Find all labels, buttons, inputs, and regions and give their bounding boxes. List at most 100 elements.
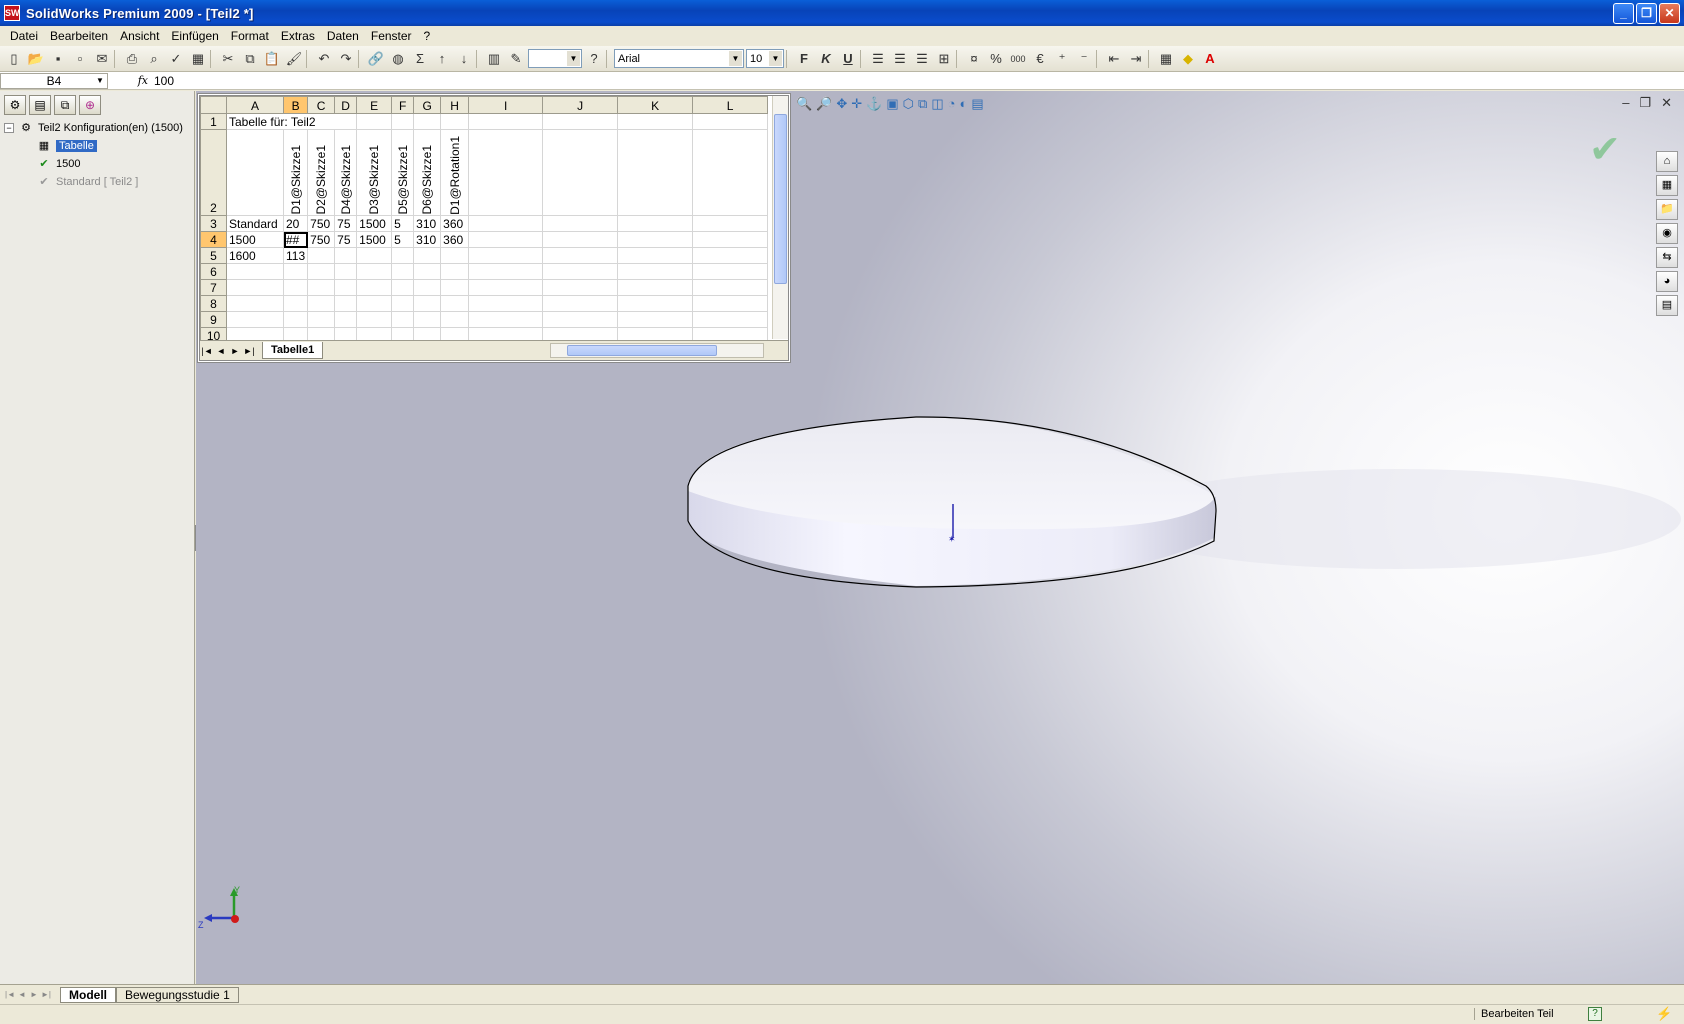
print-preview-icon[interactable]: ⌕	[144, 49, 164, 69]
align-right-icon[interactable]: ☰	[912, 49, 932, 69]
sheet-vertical-scrollbar[interactable]	[772, 96, 788, 339]
column-header[interactable]: F	[391, 96, 415, 114]
table-cell[interactable]	[226, 129, 284, 216]
file-explorer-icon[interactable]: 📁	[1656, 199, 1678, 220]
config-name-cell[interactable]: Standard	[226, 215, 284, 232]
table-cell[interactable]: 360	[440, 231, 470, 248]
fx-icon[interactable]: fx	[108, 74, 154, 87]
design-library-icon[interactable]: ▦	[1656, 175, 1678, 196]
save-icon[interactable]: ▪	[48, 49, 68, 69]
custom-properties-icon[interactable]: ▤	[1656, 295, 1678, 316]
increase-decimal-icon[interactable]: ⁺	[1052, 49, 1072, 69]
tab-bewegungsstudie[interactable]: Bewegungsstudie 1	[116, 986, 239, 1003]
sheet-horizontal-scrollbar[interactable]	[550, 343, 764, 358]
row-header[interactable]: 6	[200, 263, 227, 280]
tree-item-standard[interactable]: ✔ Standard [ Teil2 ]	[4, 173, 194, 191]
sort-ascending-icon[interactable]: ↑	[432, 49, 452, 69]
help-icon[interactable]: ?	[584, 49, 604, 69]
tab-modell[interactable]: Modell	[60, 986, 116, 1003]
menu-fenster[interactable]: Fenster	[365, 29, 418, 43]
globe-icon[interactable]: ◍	[388, 49, 408, 69]
table-cell[interactable]	[391, 247, 415, 264]
next-tab-icon[interactable]: ►	[28, 990, 40, 999]
first-tab-icon[interactable]: |◄	[4, 990, 16, 999]
underline-button[interactable]: U	[838, 49, 858, 69]
last-sheet-icon[interactable]: ►|	[242, 346, 256, 356]
column-header-active[interactable]: B	[282, 96, 309, 114]
table-cell[interactable]: 113	[282, 247, 309, 264]
parameter-header-cell[interactable]: D3@Skizze1	[356, 129, 393, 216]
table-cell[interactable]: 310	[413, 231, 442, 248]
menu-extras[interactable]: Extras	[275, 29, 321, 43]
propertymanager-tab-icon[interactable]: ▤	[29, 95, 51, 115]
table-cell[interactable]: 750	[307, 231, 336, 248]
column-header[interactable]: H	[440, 96, 470, 114]
config-name-cell[interactable]: 1600	[226, 247, 284, 264]
name-box[interactable]: B4 ▼	[0, 72, 108, 89]
select-all-corner[interactable]	[200, 96, 227, 114]
prev-sheet-icon[interactable]: ◄	[214, 346, 228, 356]
research-icon[interactable]: ▦	[188, 49, 208, 69]
table-cell[interactable]	[356, 247, 393, 264]
row-header[interactable]: 9	[200, 311, 227, 328]
parameter-header-cell[interactable]: D1@Rotation1	[440, 129, 470, 216]
column-header[interactable]: L	[692, 96, 769, 114]
bold-button[interactable]: F	[794, 49, 814, 69]
redo-icon[interactable]: ↷	[336, 49, 356, 69]
parameter-header-cell[interactable]: D4@Skizze1	[334, 129, 358, 216]
chart-wizard-icon[interactable]: ▥	[484, 49, 504, 69]
solidworks-resources-icon[interactable]: ⌂	[1656, 151, 1678, 172]
decrease-indent-icon[interactable]: ⇤	[1104, 49, 1124, 69]
format-painter-icon[interactable]: 🖌	[284, 49, 304, 69]
column-header[interactable]: K	[617, 96, 694, 114]
tree-root[interactable]: − ⚙ Teil2 Konfiguration(en) (1500)	[4, 119, 194, 137]
font-color-icon[interactable]: A	[1200, 49, 1220, 69]
cut-icon[interactable]: ✂	[218, 49, 238, 69]
appearances-icon[interactable]: ◕	[1656, 271, 1678, 292]
table-cell[interactable]: 20	[282, 215, 309, 232]
row-header[interactable]: 3	[200, 215, 227, 232]
table-cell[interactable]: 75	[334, 215, 358, 232]
last-tab-icon[interactable]: ►|	[40, 990, 52, 999]
help-icon[interactable]: ?	[1588, 1007, 1602, 1021]
zoom-combo[interactable]: ▼	[528, 49, 582, 68]
tree-item-tabelle[interactable]: ▦ Tabelle	[4, 137, 194, 155]
featuremanager-tab-icon[interactable]: ⚙	[4, 95, 26, 115]
merge-center-icon[interactable]: ⊞	[934, 49, 954, 69]
close-button[interactable]: ✕	[1659, 3, 1680, 24]
sort-descending-icon[interactable]: ↓	[454, 49, 474, 69]
table-cell[interactable]: 5	[391, 215, 415, 232]
menu-help[interactable]: ?	[418, 29, 437, 43]
view-palette-icon[interactable]: ⇆	[1656, 247, 1678, 268]
solidworks-app-icon[interactable]: SW	[4, 5, 20, 21]
fill-color-icon[interactable]: ◆	[1178, 49, 1198, 69]
align-left-icon[interactable]: ☰	[868, 49, 888, 69]
dimxpert-tab-icon[interactable]: ⊕	[79, 95, 101, 115]
drawing-icon[interactable]: ✎	[506, 49, 526, 69]
selected-cell-b4[interactable]: ##	[282, 231, 309, 248]
percent-button[interactable]: %	[986, 49, 1006, 69]
sheet-tab-tabelle1[interactable]: Tabelle1	[262, 342, 324, 359]
open-folder-icon[interactable]: 📂	[26, 49, 46, 69]
formula-input[interactable]: 100	[154, 74, 174, 88]
currency-icon[interactable]: ¤	[964, 49, 984, 69]
table-cell[interactable]	[307, 247, 336, 264]
font-size-select[interactable]: 10 ▼	[746, 49, 784, 68]
table-cell[interactable]: 1500	[356, 215, 393, 232]
new-file-icon[interactable]: ▯	[4, 49, 24, 69]
print-icon[interactable]: ⎙	[122, 49, 142, 69]
row-header[interactable]: 8	[200, 295, 227, 312]
minimize-button[interactable]: _	[1613, 3, 1634, 24]
menu-datei[interactable]: Datei	[4, 29, 44, 43]
column-header[interactable]: C	[307, 96, 336, 114]
table-cell[interactable]	[334, 247, 358, 264]
align-center-icon[interactable]: ☰	[890, 49, 910, 69]
scroll-thumb[interactable]	[774, 114, 787, 284]
increase-indent-icon[interactable]: ⇥	[1126, 49, 1146, 69]
italic-button[interactable]: K	[816, 49, 836, 69]
rebuild-status-icon[interactable]: ⚡	[1656, 1006, 1672, 1022]
column-header[interactable]: I	[468, 96, 544, 114]
scroll-thumb[interactable]	[567, 345, 717, 356]
row-header[interactable]: 7	[200, 279, 227, 296]
next-sheet-icon[interactable]: ►	[228, 346, 242, 356]
